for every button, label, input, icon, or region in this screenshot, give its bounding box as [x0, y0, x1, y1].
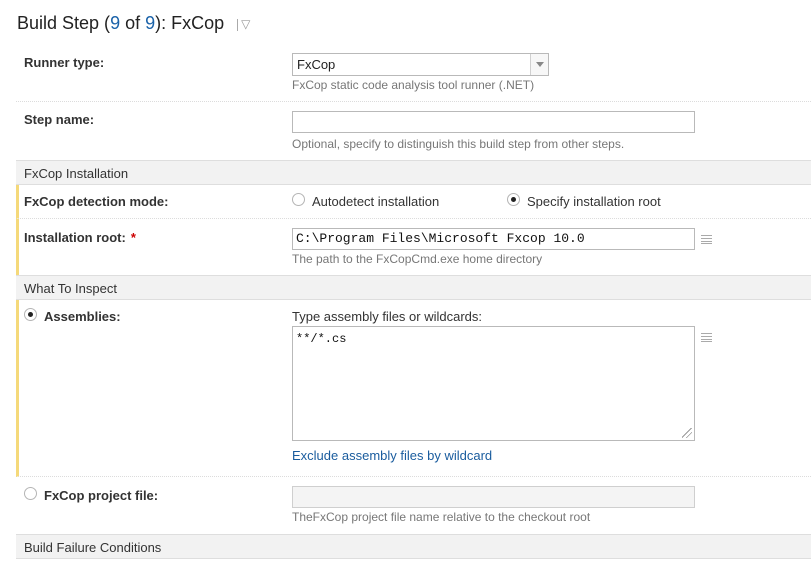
autodetect-radio[interactable]	[292, 193, 305, 206]
runner-type-label: Runner type:	[24, 55, 105, 70]
list-icon[interactable]	[701, 235, 712, 244]
assemblies-radio[interactable]	[24, 308, 37, 321]
installation-root-hint: The path to the FxCopCmd.exe home direct…	[292, 252, 543, 266]
runner-type-hint: FxCop static code analysis tool runner (…	[292, 78, 535, 92]
installation-root-label: Installation root: *	[24, 230, 136, 245]
installation-root-label-text: Installation root:	[24, 230, 126, 245]
assemblies-prompt: Type assembly files or wildcards:	[292, 309, 483, 324]
list-icon[interactable]	[701, 333, 712, 342]
section-what-to-inspect: What To Inspect	[16, 275, 811, 300]
chevron-down-icon[interactable]: ▽	[237, 17, 250, 31]
project-file-hint: TheFxCop project file name relative to t…	[292, 510, 591, 524]
detection-mode-label: FxCop detection mode:	[24, 194, 169, 209]
section-fxcop-installation: FxCop Installation	[16, 160, 811, 185]
title-suffix: ): FxCop	[155, 13, 225, 33]
specify-root-radio[interactable]	[507, 193, 520, 206]
specify-root-label[interactable]: Specify installation root	[527, 194, 661, 209]
step-name-input[interactable]	[292, 111, 695, 133]
title-of: of	[120, 13, 146, 33]
autodetect-label[interactable]: Autodetect installation	[312, 194, 439, 209]
step-name-hint: Optional, specify to distinguish this bu…	[292, 137, 625, 151]
exclude-assemblies-link[interactable]: Exclude assembly files by wildcard	[292, 448, 492, 463]
runner-type-select[interactable]: FxCop	[292, 53, 549, 76]
section-build-failure-conditions: Build Failure Conditions	[16, 534, 811, 559]
resize-grip-icon[interactable]	[682, 428, 692, 438]
step-current: 9	[110, 13, 121, 33]
runner-type-value: FxCop	[297, 57, 336, 72]
installation-root-input[interactable]: C:\Program Files\Microsoft Fxcop 10.0	[292, 228, 695, 250]
chevron-down-icon[interactable]	[530, 54, 548, 75]
page-title: Build Step (9 of 9): FxCop ▽	[17, 13, 250, 34]
assemblies-textarea[interactable]: **/*.cs	[292, 326, 695, 441]
title-prefix: Build Step (	[17, 13, 111, 33]
assemblies-label[interactable]: Assemblies:	[44, 309, 121, 324]
step-total: 9	[145, 13, 156, 33]
project-file-radio[interactable]	[24, 487, 37, 500]
step-name-label: Step name:	[24, 112, 95, 127]
required-marker: *	[130, 230, 136, 245]
project-file-label[interactable]: FxCop project file:	[44, 488, 158, 503]
project-file-input[interactable]	[292, 486, 695, 508]
assemblies-value: **/*.cs	[296, 332, 347, 346]
